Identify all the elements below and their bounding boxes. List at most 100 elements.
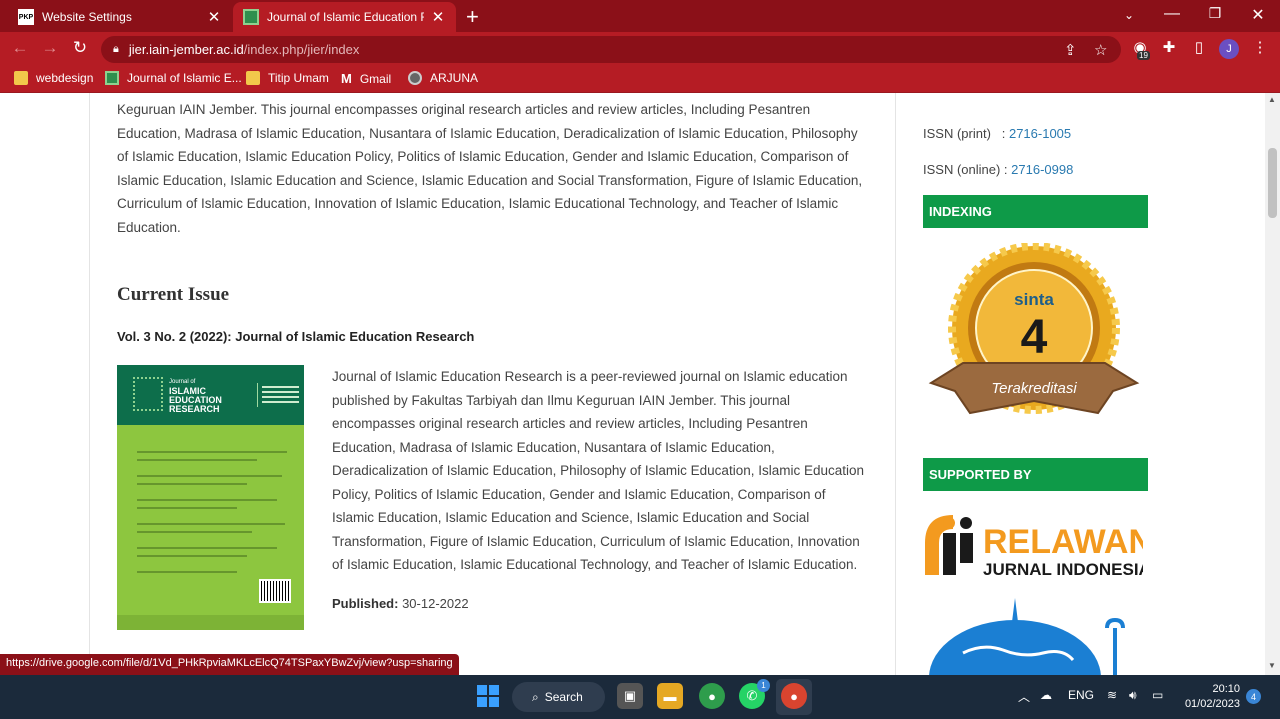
bookmarks-bar: webdesign Journal of Islamic E... Titip … — [0, 66, 1280, 93]
close-icon[interactable]: ✕ — [430, 8, 446, 26]
cover-toc-line — [137, 475, 282, 477]
close-icon[interactable]: ✕ — [206, 8, 222, 26]
chrome-icon[interactable]: ● — [699, 683, 725, 709]
tab-jier[interactable]: Journal of Islamic Education Rese ✕ — [233, 2, 456, 32]
rji-mark — [925, 515, 973, 575]
system-clock[interactable]: 20:10 01/02/2023 — [1183, 682, 1240, 712]
task-view-icon[interactable]: ▣ — [617, 683, 643, 709]
journal-favicon-icon — [105, 71, 119, 85]
extension-badge: 19 — [1137, 51, 1150, 60]
page-content: Keguruan IAIN Jember. This journal encom… — [0, 93, 1280, 675]
sinta-brand: sinta — [1014, 290, 1054, 309]
clock-date: 01/02/2023 — [1184, 698, 1240, 710]
bookmark-label: ARJUNA — [430, 71, 479, 85]
title-bar: PKP Website Settings ✕ Journal of Islami… — [0, 0, 1280, 32]
tray-chevron-icon[interactable]: ︿ — [1018, 688, 1030, 705]
notification-badge[interactable]: 4 — [1246, 689, 1261, 704]
tab-website-settings[interactable]: PKP Website Settings ✕ — [8, 2, 232, 32]
scrollbar[interactable]: ▲ ▼ — [1265, 93, 1280, 675]
extensions-puzzle-icon[interactable]: ✚ — [1159, 38, 1179, 56]
menu-kebab-icon[interactable]: ⋮ — [1250, 38, 1270, 56]
status-link-preview: https://drive.google.com/file/d/1Vd_PHkR… — [0, 654, 459, 675]
sinta-ribbon-text: Terakreditasi — [991, 380, 1077, 397]
bookmark-label: Gmail — [359, 71, 392, 86]
taskbar: ⌕ Search ▣ ▬ ● ✆ 1 ● ︿ ☁ ENG ≋ 🔊︎ ▭ 20:10… — [0, 675, 1280, 719]
taskbar-search[interactable]: ⌕ Search — [512, 682, 605, 712]
window-close-icon[interactable]: ✕ — [1248, 5, 1268, 25]
cover-toc-line — [137, 523, 285, 525]
browser-toolbar: ← → ↻ 🔒︎ jier.iain-jember.ac.id /index.p… — [0, 32, 1280, 66]
partner-globe-logo[interactable] — [923, 598, 1133, 675]
bookmark-label: Journal of Islamic E... — [127, 71, 242, 85]
bookmark-gmail[interactable]: M Gmail — [341, 71, 391, 86]
side-panel-icon[interactable]: ▯ — [1189, 38, 1209, 56]
onedrive-icon[interactable]: ☁ — [1040, 688, 1052, 702]
issue-title-link[interactable]: Vol. 3 No. 2 (2022): Journal of Islamic … — [117, 329, 474, 344]
barcode — [259, 579, 291, 603]
cover-toc-line — [137, 531, 252, 533]
cover-info-block — [257, 383, 299, 407]
whatsapp-icon[interactable]: ✆ 1 — [739, 679, 770, 709]
bookmark-label: webdesign — [36, 71, 94, 85]
cover-toc-line — [137, 451, 287, 453]
language-indicator[interactable]: ENG — [1068, 688, 1094, 702]
cover-toc-line — [137, 459, 257, 461]
reload-icon[interactable]: ↻ — [70, 38, 90, 58]
cover-subtitle: Journal of — [169, 379, 196, 385]
share-icon[interactable]: ⇪ — [1064, 41, 1077, 59]
sinta-badge[interactable]: sinta 4 Terakreditasi — [923, 243, 1145, 433]
tab-label: Website Settings — [42, 10, 132, 24]
issn-online: ISSN (online) : 2716-0998 — [923, 162, 1073, 177]
new-tab-icon[interactable]: + — [466, 4, 479, 30]
issn-online-link[interactable]: 2716-0998 — [1011, 162, 1073, 177]
tab-search-chevron-icon[interactable]: ⌄ — [1119, 8, 1139, 22]
minimize-icon[interactable]: — — [1162, 5, 1182, 23]
cover-toc-line — [137, 483, 247, 485]
file-explorer-icon[interactable]: ▬ — [657, 683, 683, 709]
bookmark-webdesign[interactable]: webdesign — [14, 71, 93, 85]
volume-icon[interactable]: 🔊︎ — [1129, 688, 1137, 703]
cover-title-line: RESEARCH — [169, 404, 220, 414]
journal-description: Keguruan IAIN Jember. This journal encom… — [117, 102, 863, 235]
folder-icon — [246, 71, 260, 85]
forward-icon[interactable]: → — [40, 38, 60, 58]
profile-avatar[interactable]: J — [1219, 39, 1239, 59]
issn-print: ISSN (print) : 2716-1005 — [923, 126, 1072, 141]
bookmark-label: Titip Umam — [268, 71, 329, 85]
cover-toc-line — [137, 547, 277, 549]
cover-toc-line — [137, 555, 247, 557]
cover-header: Journal of ISLAMIC EDUCATION RESEARCH — [117, 365, 304, 425]
scroll-down-icon[interactable]: ▼ — [1268, 661, 1276, 670]
scroll-up-icon[interactable]: ▲ — [1268, 95, 1276, 104]
issue-cover-image[interactable]: Journal of ISLAMIC EDUCATION RESEARCH — [117, 365, 304, 630]
published-value: 30-12-2022 — [402, 596, 469, 611]
published-date: Published: 30-12-2022 — [332, 596, 469, 611]
issue-description: Journal of Islamic Education Research is… — [332, 369, 865, 572]
bookmark-star-icon[interactable]: ☆ — [1094, 41, 1107, 59]
chrome-profile-icon[interactable]: ● — [781, 683, 807, 709]
url-host: jier.iain-jember.ac.id — [128, 42, 244, 57]
gmail-icon: M — [341, 71, 352, 86]
relawan-sub: JURNAL INDONESIA — [983, 560, 1143, 579]
cover-pattern — [133, 377, 163, 411]
bookmark-titip-umam[interactable]: Titip Umam — [246, 71, 329, 85]
windows-start-icon[interactable] — [477, 685, 499, 707]
sinta-rank: 4 — [1021, 311, 1048, 364]
bookmark-arjuna[interactable]: ARJUNA — [408, 71, 478, 85]
relawan-jurnal-logo[interactable]: RELAWAN JURNAL INDONESIA — [923, 503, 1143, 583]
issn-print-link[interactable]: 2716-1005 — [1009, 126, 1071, 141]
issn-online-label: ISSN (online) : — [923, 162, 1008, 177]
wifi-icon[interactable]: ≋ — [1107, 688, 1117, 702]
scroll-thumb[interactable] — [1268, 148, 1277, 218]
restore-icon[interactable]: ❐ — [1205, 5, 1225, 22]
published-label: Published: — [332, 596, 399, 611]
cover-toc-line — [137, 507, 237, 509]
journal-favicon-icon — [243, 9, 259, 25]
url-path: /index.php/jier/index — [243, 42, 360, 57]
lock-icon: 🔒︎ — [113, 43, 119, 55]
bookmark-journal[interactable]: Journal of Islamic E... — [105, 71, 242, 85]
battery-icon[interactable]: ▭ — [1152, 688, 1163, 702]
clock-time: 20:10 — [1212, 683, 1240, 695]
address-bar[interactable]: 🔒︎ jier.iain-jember.ac.id /index.php/jie… — [101, 36, 1121, 63]
back-icon[interactable]: ← — [10, 38, 30, 58]
